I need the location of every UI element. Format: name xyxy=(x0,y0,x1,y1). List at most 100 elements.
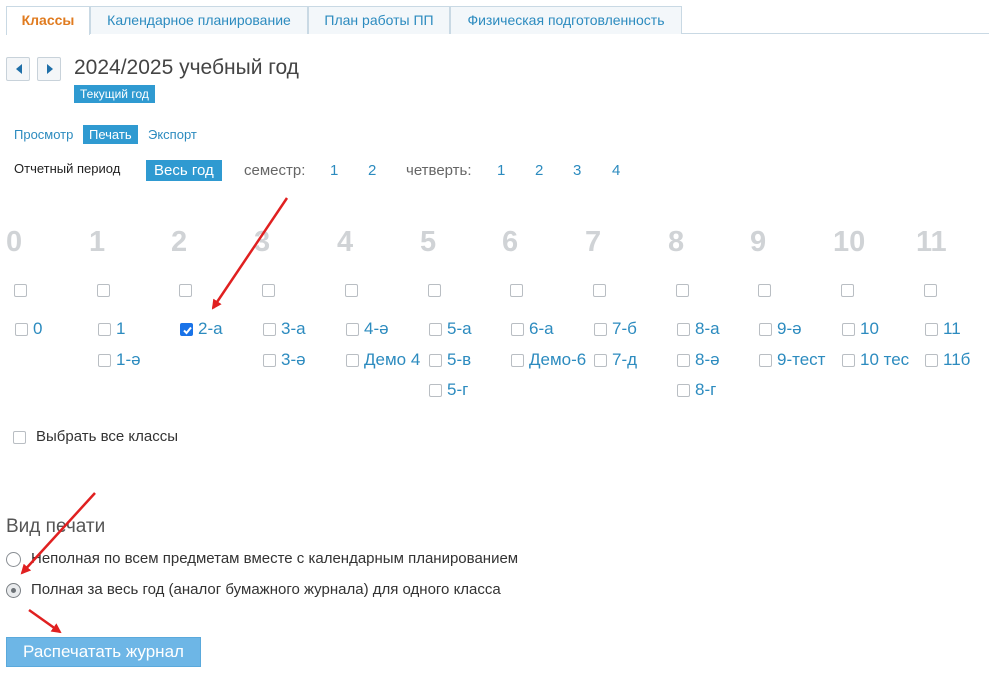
class-label[interactable]: 11 xyxy=(943,318,961,340)
class-checkbox[interactable] xyxy=(925,354,938,367)
grade-select-checkbox-6[interactable] xyxy=(510,284,523,297)
print-journal-button[interactable]: Распечатать журнал xyxy=(6,637,201,667)
class-label[interactable]: 7-д xyxy=(612,349,637,371)
mode-print[interactable]: Печать xyxy=(83,125,138,144)
class-checkbox[interactable] xyxy=(759,323,772,336)
class-label[interactable]: 0 xyxy=(33,318,42,340)
class-label[interactable]: 10 xyxy=(860,318,879,340)
class-label[interactable]: 3-а xyxy=(281,318,306,340)
grade-select-checkbox-0[interactable] xyxy=(14,284,27,297)
class-checkbox[interactable] xyxy=(925,323,938,336)
grade-select-checkbox-1[interactable] xyxy=(97,284,110,297)
mode-export[interactable]: Экспорт xyxy=(148,125,197,144)
grade-select-checkbox-7[interactable] xyxy=(593,284,606,297)
quarter-4-link[interactable]: 4 xyxy=(612,162,620,179)
grade-number-11: 11 xyxy=(916,226,947,258)
grade-number-1: 1 xyxy=(89,226,106,258)
mode-view[interactable]: Просмотр xyxy=(14,125,73,144)
grade-select-checkbox-8[interactable] xyxy=(676,284,689,297)
class-label[interactable]: 9-ә xyxy=(777,318,802,340)
check-icon xyxy=(183,326,192,335)
class-label[interactable]: 8-ә xyxy=(695,349,720,371)
arrow-right-icon xyxy=(47,64,53,74)
tab-classes[interactable]: Классы xyxy=(6,6,90,35)
prev-year-button[interactable] xyxy=(6,57,30,81)
class-checkbox[interactable] xyxy=(346,323,359,336)
arrow-to-class-2a xyxy=(211,197,289,310)
select-all-checkbox[interactable] xyxy=(13,431,26,444)
class-checkbox[interactable] xyxy=(511,323,524,336)
class-label[interactable]: 2-а xyxy=(198,318,223,340)
class-label[interactable]: 4-ә xyxy=(364,318,389,340)
grade-select-checkbox-5[interactable] xyxy=(428,284,441,297)
print-type-full-label[interactable]: Полная за весь год (аналог бумажного жур… xyxy=(31,581,501,598)
class-checkbox[interactable] xyxy=(759,354,772,367)
class-label[interactable]: Демо 4 xyxy=(364,349,420,371)
class-label[interactable]: 3-ә xyxy=(281,349,306,371)
class-checkbox[interactable] xyxy=(263,323,276,336)
class-label[interactable]: 10 тес xyxy=(860,349,909,371)
school-year-title: 2024/2025 учебный год xyxy=(74,56,299,79)
print-type-full-radio[interactable] xyxy=(6,583,21,598)
class-checkbox[interactable] xyxy=(346,354,359,367)
class-checkbox[interactable] xyxy=(677,384,690,397)
grade-number-10: 10 xyxy=(833,226,866,258)
grade-select-checkbox-9[interactable] xyxy=(758,284,771,297)
class-checkbox[interactable] xyxy=(842,354,855,367)
class-label[interactable]: 5-в xyxy=(447,349,471,371)
quarter-2-link[interactable]: 2 xyxy=(535,162,543,179)
class-label[interactable]: 8-а xyxy=(695,318,720,340)
semester-label: семестр: xyxy=(244,162,306,179)
class-checkbox[interactable] xyxy=(677,354,690,367)
grade-number-8: 8 xyxy=(668,226,685,258)
class-label[interactable]: 11б xyxy=(943,349,970,371)
class-label[interactable]: 6-а xyxy=(529,318,554,340)
grade-number-2: 2 xyxy=(171,226,188,258)
class-checkbox[interactable] xyxy=(98,354,111,367)
class-label[interactable]: Демо-6 xyxy=(529,349,586,371)
class-checkbox[interactable] xyxy=(677,323,690,336)
class-checkbox[interactable] xyxy=(429,354,442,367)
class-checkbox[interactable] xyxy=(842,323,855,336)
select-all-label[interactable]: Выбрать все классы xyxy=(36,428,178,445)
grade-select-checkbox-4[interactable] xyxy=(345,284,358,297)
tab-pp-work-plan[interactable]: План работы ПП xyxy=(308,6,450,34)
class-label[interactable]: 5-г xyxy=(447,379,468,401)
class-checkbox[interactable] xyxy=(15,323,28,336)
print-type-partial-label[interactable]: Неполная по всем предметам вместе с кале… xyxy=(31,550,518,567)
arrow-to-print-button xyxy=(28,608,62,634)
class-checkbox[interactable] xyxy=(429,323,442,336)
grade-number-9: 9 xyxy=(750,226,767,258)
grade-select-checkbox-11[interactable] xyxy=(924,284,937,297)
class-checkbox[interactable] xyxy=(263,354,276,367)
grade-select-checkbox-3[interactable] xyxy=(262,284,275,297)
semester-2-link[interactable]: 2 xyxy=(368,162,376,179)
class-checkbox[interactable] xyxy=(594,323,607,336)
quarter-3-link[interactable]: 3 xyxy=(573,162,581,179)
class-checkbox[interactable] xyxy=(429,384,442,397)
class-label[interactable]: 5-а xyxy=(447,318,472,340)
class-label[interactable]: 9-тест xyxy=(777,349,825,371)
quarter-1-link[interactable]: 1 xyxy=(497,162,505,179)
print-type-partial-radio[interactable] xyxy=(6,552,21,567)
tab-physical-fitness[interactable]: Физическая подготовленность xyxy=(450,6,682,34)
grade-select-checkbox-10[interactable] xyxy=(841,284,854,297)
class-label[interactable]: 7-б xyxy=(612,318,637,340)
tab-bar: Классы Календарное планирование План раб… xyxy=(6,6,989,35)
class-checkbox[interactable] xyxy=(180,323,193,336)
grade-number-3: 3 xyxy=(254,226,271,258)
current-year-badge: Текущий год xyxy=(74,85,155,103)
class-label[interactable]: 1 xyxy=(116,318,125,340)
next-year-button[interactable] xyxy=(37,57,61,81)
class-checkbox[interactable] xyxy=(511,354,524,367)
class-label[interactable]: 8-г xyxy=(695,379,716,401)
class-checkbox[interactable] xyxy=(98,323,111,336)
grade-number-7: 7 xyxy=(585,226,602,258)
period-all-year-button[interactable]: Весь год xyxy=(146,160,222,181)
class-label[interactable]: 1-ә xyxy=(116,349,141,371)
grade-select-checkbox-2[interactable] xyxy=(179,284,192,297)
class-checkbox[interactable] xyxy=(594,354,607,367)
semester-1-link[interactable]: 1 xyxy=(330,162,338,179)
grade-number-0: 0 xyxy=(6,226,23,258)
tab-calendar-planning[interactable]: Календарное планирование xyxy=(90,6,308,34)
